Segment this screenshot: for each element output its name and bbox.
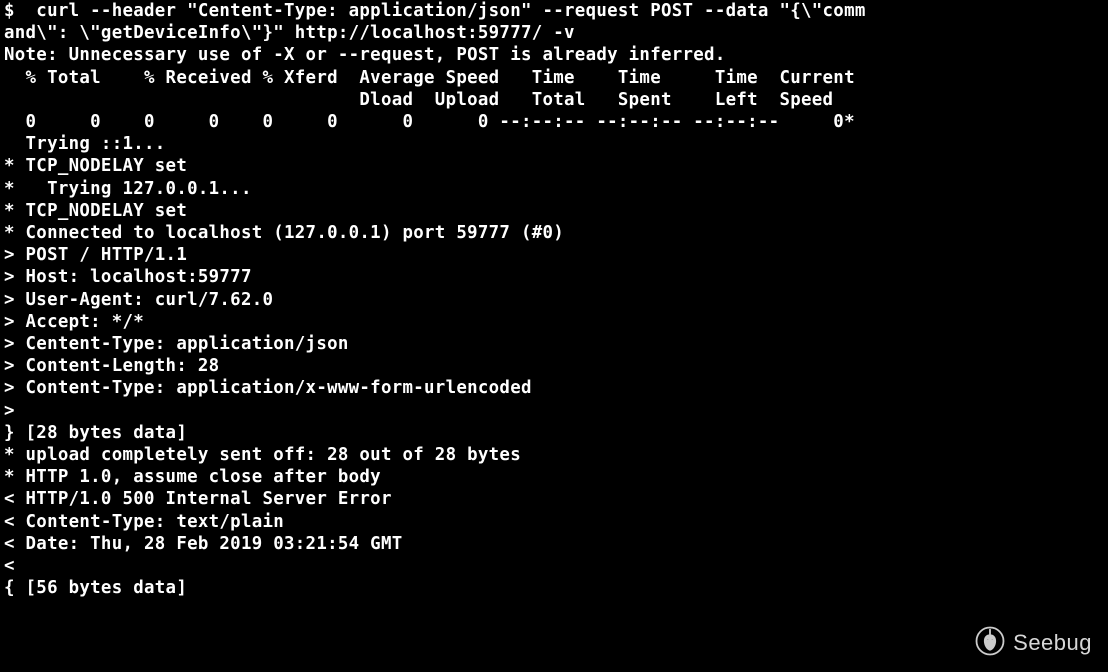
terminal-output[interactable]: $ curl --header "Centent-Type: applicati… bbox=[0, 0, 1108, 599]
seebug-logo-icon bbox=[975, 626, 1005, 660]
seebug-watermark-label: Seebug bbox=[1013, 632, 1092, 654]
seebug-watermark: Seebug bbox=[975, 626, 1092, 660]
